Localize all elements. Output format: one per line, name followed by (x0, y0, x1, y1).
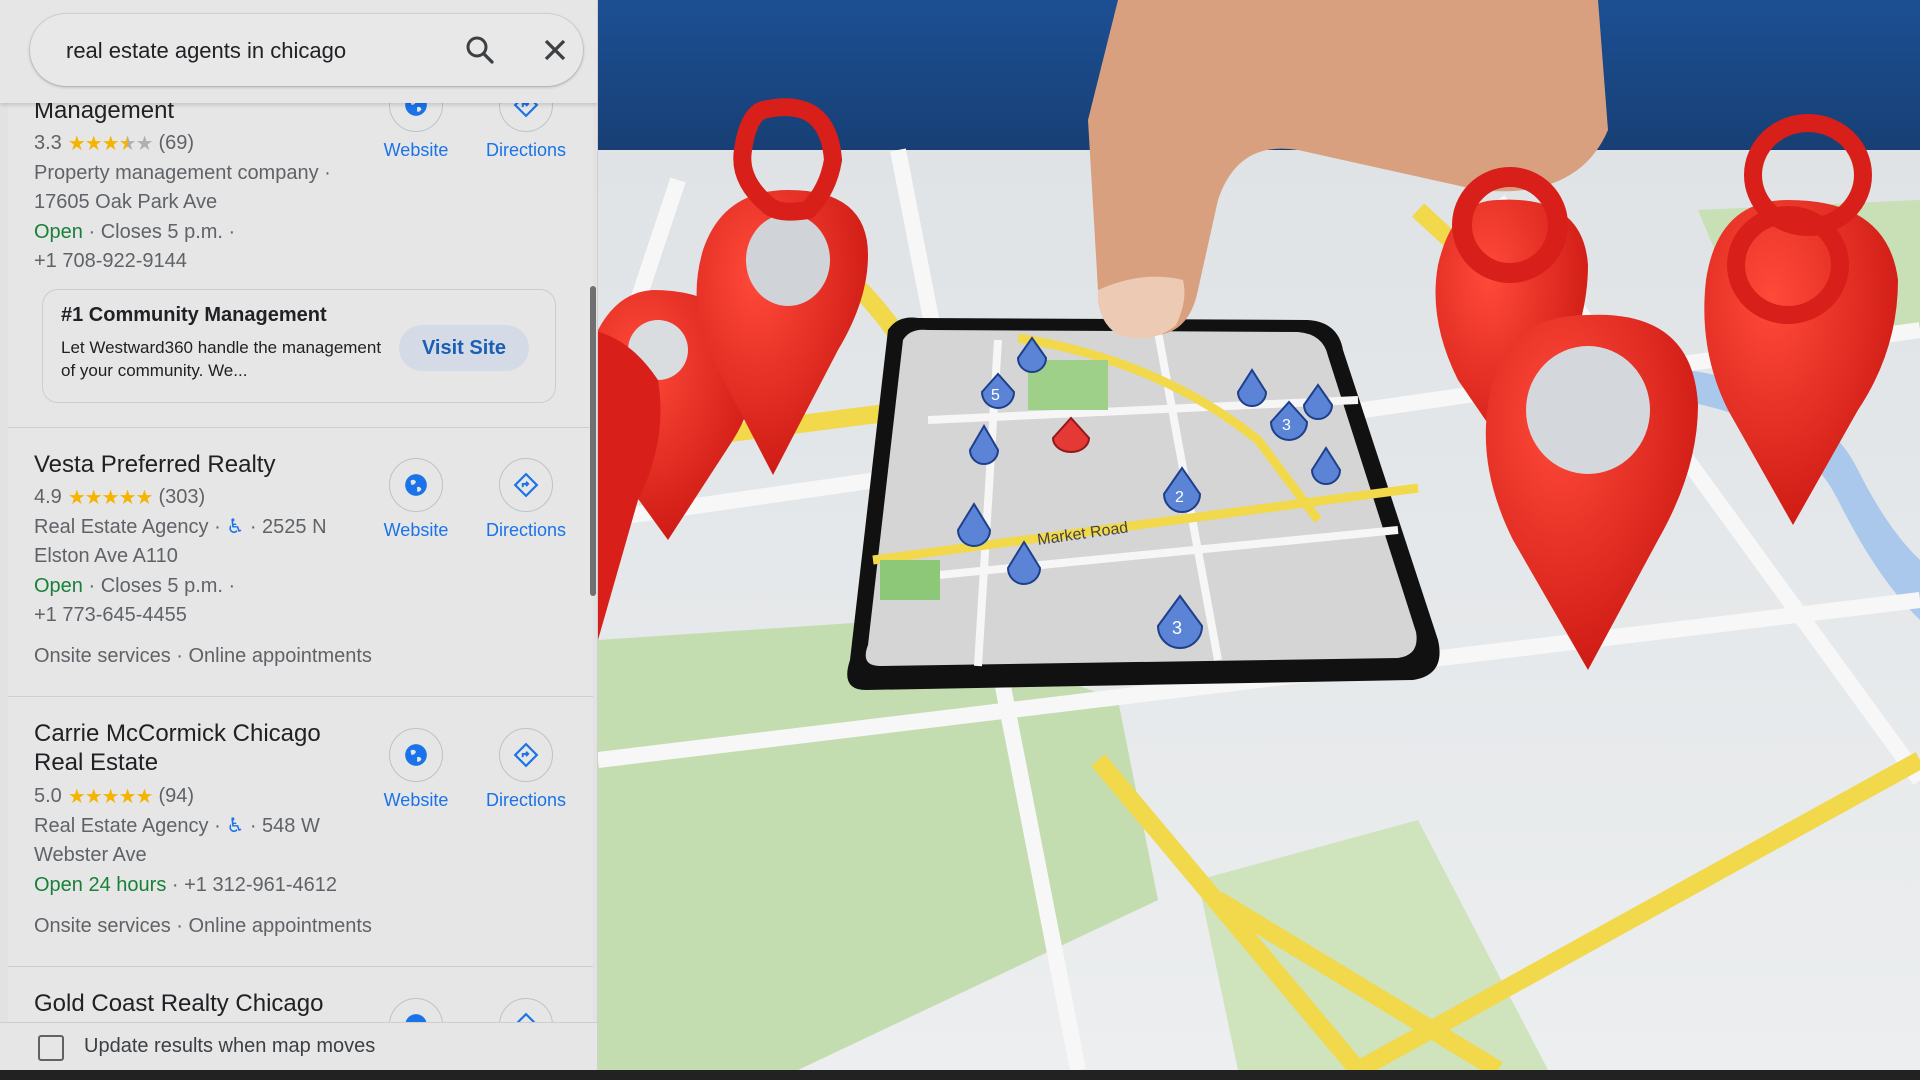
svg-text:5: 5 (991, 387, 1000, 404)
result-rating: 5.0 ★★★★★ (94) (34, 784, 194, 809)
map-illustration: 15th Market Road (598, 0, 1920, 1070)
star-icon: ★★★★★ (67, 786, 154, 808)
open-status: Open (34, 221, 83, 243)
ad-description: Let Westward360 handle the management of… (61, 338, 382, 380)
result-name[interactable]: Carrie McCormick Chicago (34, 719, 321, 748)
ad-title: #1 Community Management (61, 304, 327, 326)
website-label: Website (383, 140, 449, 160)
result-category: Real Estate Agency · ♿ · 2525 N (34, 515, 327, 539)
visit-site-button[interactable]: Visit Site (399, 325, 529, 371)
map-update-footer: Update results when map moves (0, 1022, 597, 1070)
directions-icon (499, 458, 553, 512)
result-rating: 3.3 ★ ★ ★ ★ ★ (69) (34, 131, 194, 156)
bottom-bar (0, 1070, 1920, 1080)
map-view[interactable]: 15th Market Road (598, 0, 1920, 1070)
directions-label: Directions (485, 790, 567, 810)
results-panel: Management 3.3 ★ ★ ★ ★ ★ (69) Property manag… (0, 0, 598, 1070)
divider (8, 427, 593, 428)
review-count: (69) (158, 132, 195, 154)
closing-time: · Closes 5 p.m. · (82, 575, 236, 597)
review-count: (94) (158, 785, 195, 807)
closing-time: · Closes 5 p.m. · (82, 221, 236, 243)
result-hours: Open · Closes 5 p.m. · (34, 574, 235, 598)
result-hours: Open · Closes 5 p.m. · (34, 220, 235, 244)
star-rating: ★★★★★ (67, 784, 154, 809)
star-empty-icon: ★ (135, 133, 154, 155)
close-icon[interactable] (537, 32, 573, 68)
result-hours: Open 24 hours · +1 312-961-4612 (34, 873, 337, 897)
address-text: · 2525 N (244, 516, 327, 538)
directions-label: Directions (485, 520, 567, 540)
svg-text:3: 3 (1282, 417, 1291, 434)
rating-value: 4.9 (34, 486, 62, 508)
scroll-thumb[interactable] (590, 286, 596, 596)
result-address: Webster Ave (34, 844, 147, 866)
result-address: 17605 Oak Park Ave (34, 191, 218, 213)
result-services: Onsite services · Online appointments (34, 915, 372, 937)
result-rating: 4.9 ★★★★★ (303) (34, 485, 205, 510)
open-status: Open (34, 575, 83, 597)
open-status: Open 24 hours (34, 874, 167, 896)
directions-button[interactable]: Directions (476, 458, 576, 541)
phone-text: · +1 312-961-4612 (166, 874, 338, 896)
directions-button[interactable]: Directions (476, 728, 576, 811)
search-icon[interactable] (462, 32, 498, 68)
star-icon: ★ (101, 133, 120, 155)
website-button[interactable]: Website (366, 458, 466, 541)
result-address: Elston Ave A110 (34, 545, 178, 567)
result-phone: +1 708-922-9144 (34, 250, 187, 272)
svg-text:3: 3 (1172, 618, 1182, 638)
directions-icon (499, 728, 553, 782)
divider (8, 966, 593, 967)
star-rating: ★★★★★ (67, 485, 154, 510)
svg-text:2: 2 (1175, 489, 1184, 506)
star-rating: ★★★★★ (67, 131, 154, 156)
category-text: Real Estate Agency · (34, 516, 221, 538)
result-category: Property management company · (34, 162, 331, 184)
half-star-icon: ★ (118, 133, 137, 155)
result-name[interactable]: Vesta Preferred Realty (34, 450, 275, 479)
review-count: (303) (158, 486, 206, 508)
website-label: Website (383, 790, 449, 810)
result-name[interactable]: Gold Coast Realty Chicago (34, 989, 323, 1018)
wheelchair-icon: ♿ (226, 516, 245, 538)
globe-icon (389, 728, 443, 782)
search-bar-container (0, 0, 597, 103)
update-results-label: Update results when map moves (84, 1035, 376, 1057)
result-name-cont[interactable]: Real Estate (34, 748, 158, 777)
result-category: Real Estate Agency · ♿ · 548 W (34, 814, 320, 838)
website-label: Website (383, 520, 449, 540)
rating-value: 3.3 (34, 132, 62, 154)
rating-value: 5.0 (34, 785, 62, 807)
update-results-checkbox[interactable] (38, 1035, 64, 1061)
divider (8, 696, 593, 697)
directions-label: Directions (485, 140, 567, 160)
wheelchair-icon: ♿ (226, 815, 245, 837)
search-input[interactable] (66, 36, 446, 66)
result-services: Onsite services · Online appointments (34, 645, 372, 667)
result-phone: +1 773-645-4455 (34, 604, 187, 626)
category-text: Real Estate Agency · (34, 815, 221, 837)
scrollbar[interactable] (590, 103, 597, 1023)
star-icon: ★ (67, 133, 86, 155)
sponsored-card[interactable]: #1 Community Management Let Westward360 … (42, 289, 556, 403)
address-text: · 548 W (244, 815, 320, 837)
search-box[interactable] (30, 14, 583, 86)
star-icon: ★ (84, 133, 103, 155)
star-icon: ★★★★★ (67, 487, 154, 509)
website-button[interactable]: Website (366, 728, 466, 811)
globe-icon (389, 458, 443, 512)
